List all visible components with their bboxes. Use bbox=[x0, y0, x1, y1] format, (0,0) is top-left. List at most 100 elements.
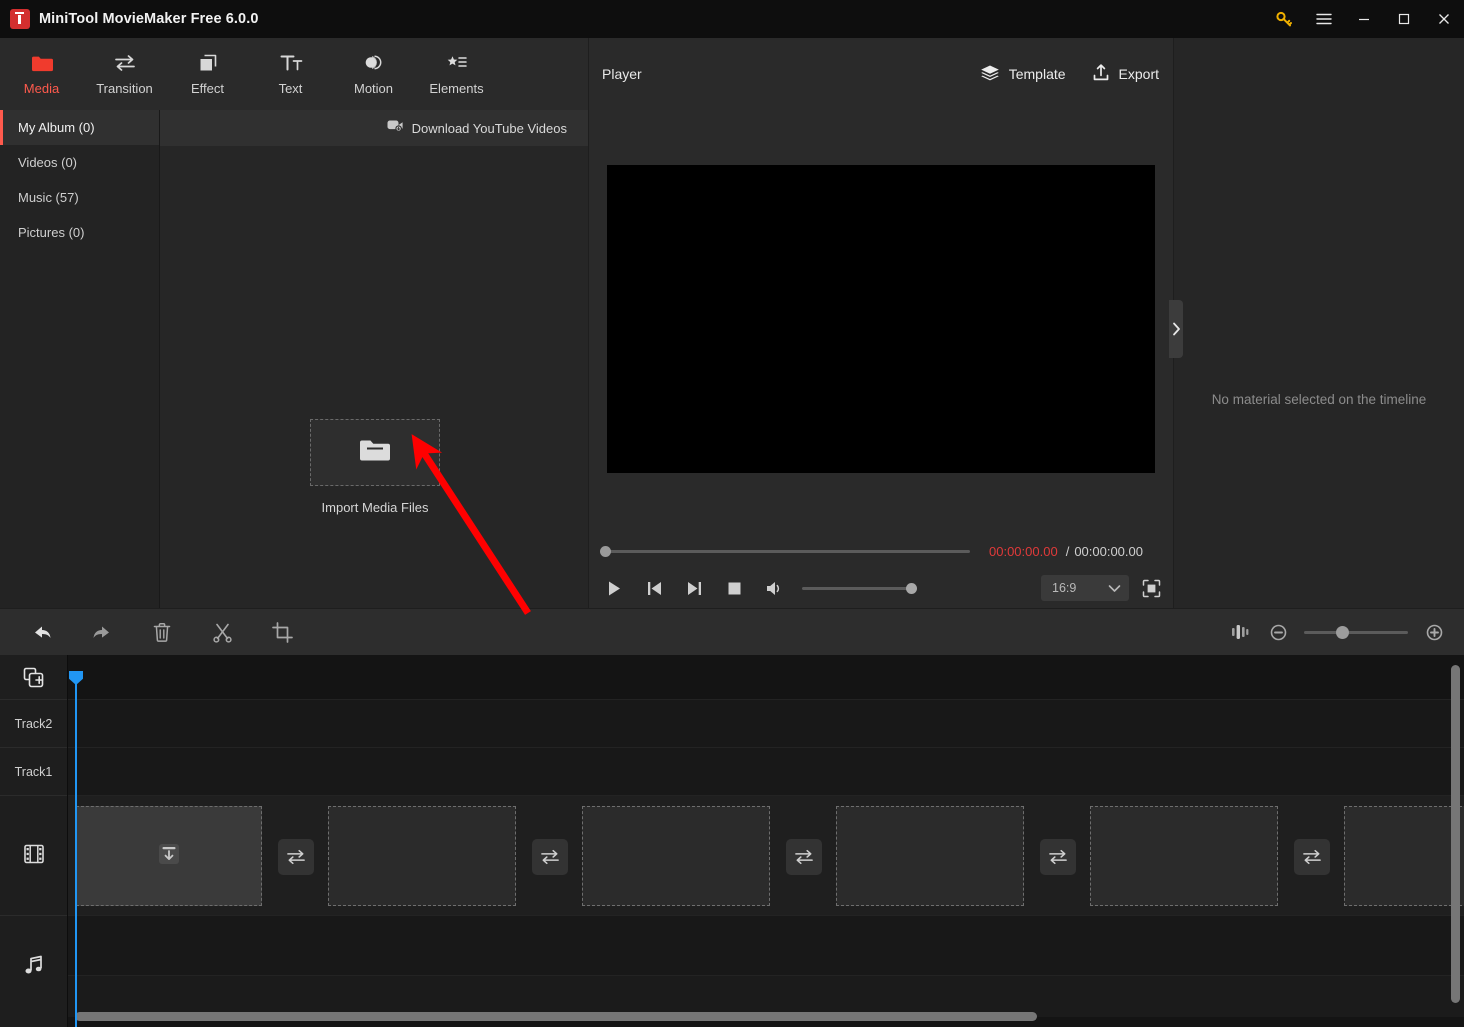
music-note-icon bbox=[23, 955, 45, 979]
stop-icon[interactable] bbox=[717, 573, 751, 603]
volume-slider[interactable] bbox=[802, 582, 917, 594]
film-strip-icon bbox=[23, 844, 45, 867]
tab-motion[interactable]: Motion bbox=[332, 38, 415, 110]
sidebar-item-label: My Album (0) bbox=[18, 120, 95, 135]
current-time: 00:00:00.00 bbox=[989, 543, 1058, 559]
transition-placeholder-2[interactable] bbox=[532, 839, 568, 875]
folder-open-icon bbox=[358, 436, 392, 469]
timeline-vertical-scrollbar[interactable] bbox=[1451, 665, 1460, 1003]
chevron-right-icon[interactable] bbox=[1169, 300, 1183, 358]
redo-icon[interactable] bbox=[82, 612, 122, 652]
timeline: Track2 Track1 bbox=[0, 655, 1464, 1027]
import-media-files-button[interactable]: Import Media Files bbox=[310, 419, 440, 515]
tab-text[interactable]: Text bbox=[249, 38, 332, 110]
clip-placeholder-3[interactable] bbox=[582, 806, 770, 906]
export-upload-icon bbox=[1092, 63, 1110, 85]
transition-placeholder-5[interactable] bbox=[1294, 839, 1330, 875]
elements-star-list-icon bbox=[445, 53, 469, 74]
media-panel: My Album (0) Videos (0) Music (57) Pictu… bbox=[0, 110, 588, 608]
add-track-button[interactable] bbox=[0, 655, 67, 699]
tab-transition[interactable]: Transition bbox=[83, 38, 166, 110]
timeline-lane-track2[interactable] bbox=[68, 699, 1464, 747]
ribbon-tabs: Media Transition Effect Text Motion Elem… bbox=[0, 38, 588, 110]
sidebar-item-my-album[interactable]: My Album (0) bbox=[0, 110, 159, 145]
aspect-ratio-value: 16:9 bbox=[1052, 581, 1077, 595]
timeline-horizontal-scrollbar[interactable] bbox=[75, 1012, 1037, 1021]
aspect-ratio-select[interactable]: 16:9 bbox=[1041, 575, 1129, 601]
play-icon[interactable] bbox=[597, 573, 631, 603]
timeline-lane-video[interactable] bbox=[68, 795, 1464, 915]
timeline-ruler[interactable] bbox=[68, 655, 1464, 699]
clip-placeholder-5[interactable] bbox=[1090, 806, 1278, 906]
template-button[interactable]: Template bbox=[980, 64, 1066, 85]
menu-icon[interactable] bbox=[1304, 0, 1344, 38]
sidebar-item-music[interactable]: Music (57) bbox=[0, 180, 159, 215]
tab-media[interactable]: Media bbox=[0, 38, 83, 110]
track-header-audio[interactable] bbox=[0, 915, 67, 1017]
transition-placeholder-3[interactable] bbox=[786, 839, 822, 875]
close-icon[interactable] bbox=[1424, 0, 1464, 38]
transition-placeholder-1[interactable] bbox=[278, 839, 314, 875]
seek-slider[interactable] bbox=[600, 545, 970, 557]
volume-slider-thumb[interactable] bbox=[906, 582, 917, 594]
track-header-track2[interactable]: Track2 bbox=[0, 699, 67, 747]
track-label: Track2 bbox=[14, 716, 53, 731]
delete-icon[interactable] bbox=[142, 612, 182, 652]
fit-to-screen-icon[interactable] bbox=[1220, 612, 1260, 652]
timeline-zoom-controls bbox=[1220, 612, 1448, 652]
timeline-lane-audio-extra[interactable] bbox=[68, 975, 1464, 1017]
zoom-in-icon[interactable] bbox=[1420, 612, 1448, 652]
sidebar-item-label: Videos (0) bbox=[18, 155, 78, 170]
volume-icon[interactable] bbox=[757, 573, 791, 603]
timeline-toolbar bbox=[0, 609, 1464, 655]
tab-text-label: Text bbox=[278, 80, 303, 96]
maximize-icon[interactable] bbox=[1384, 0, 1424, 38]
key-icon[interactable] bbox=[1264, 0, 1304, 38]
import-drop-area[interactable] bbox=[310, 419, 440, 486]
video-preview-stage[interactable] bbox=[607, 165, 1155, 473]
track-header-video[interactable] bbox=[0, 795, 67, 915]
youtube-download-icon bbox=[387, 119, 404, 137]
crop-icon[interactable] bbox=[262, 612, 302, 652]
tab-elements[interactable]: Elements bbox=[415, 38, 498, 110]
app-logo-icon bbox=[10, 9, 30, 29]
clip-placeholder-6[interactable] bbox=[1344, 806, 1464, 906]
undo-icon[interactable] bbox=[22, 612, 62, 652]
transition-placeholder-4[interactable] bbox=[1040, 839, 1076, 875]
title-bar: MiniTool MovieMaker Free 6.0.0 bbox=[0, 0, 1464, 38]
properties-panel: No material selected on the timeline bbox=[1169, 38, 1464, 608]
app-title: MiniTool MovieMaker Free 6.0.0 bbox=[39, 11, 259, 27]
export-button[interactable]: Export bbox=[1092, 63, 1159, 85]
player-header: Player Template Export bbox=[589, 38, 1173, 110]
seek-slider-thumb[interactable] bbox=[600, 545, 611, 557]
timeline-zoom-slider[interactable] bbox=[1304, 625, 1408, 639]
properties-empty-message: No material selected on the timeline bbox=[1211, 392, 1427, 407]
import-media-files-label: Import Media Files bbox=[321, 500, 429, 515]
fullscreen-icon[interactable] bbox=[1135, 573, 1167, 603]
timeline-lane-track1[interactable] bbox=[68, 747, 1464, 795]
clip-placeholder-2[interactable] bbox=[328, 806, 516, 906]
seek-row: 00:00:00.00 / 00:00:00.00 bbox=[589, 536, 1173, 566]
download-youtube-videos-label: Download YouTube Videos bbox=[411, 120, 567, 136]
download-youtube-videos-button[interactable]: Download YouTube Videos bbox=[387, 119, 567, 137]
timeline-zoom-slider-thumb[interactable] bbox=[1336, 625, 1349, 639]
tab-effect-label: Effect bbox=[190, 80, 224, 96]
tab-effect[interactable]: Effect bbox=[166, 38, 249, 110]
playhead[interactable] bbox=[69, 671, 83, 1027]
split-icon[interactable] bbox=[202, 612, 242, 652]
track-header-track1[interactable]: Track1 bbox=[0, 747, 67, 795]
sidebar-item-pictures[interactable]: Pictures (0) bbox=[0, 215, 159, 250]
window-controls bbox=[1264, 0, 1464, 38]
player-panel: Player Template Export 00:00:00.00 / 00:… bbox=[589, 38, 1173, 608]
minimize-icon[interactable] bbox=[1344, 0, 1384, 38]
zoom-out-icon[interactable] bbox=[1264, 612, 1292, 652]
sidebar-item-videos[interactable]: Videos (0) bbox=[0, 145, 159, 180]
layers-stack-icon bbox=[980, 64, 1000, 85]
clip-placeholder-1[interactable] bbox=[76, 806, 262, 906]
previous-frame-icon[interactable] bbox=[637, 573, 671, 603]
timeline-lane-audio[interactable] bbox=[68, 915, 1464, 975]
next-frame-icon[interactable] bbox=[677, 573, 711, 603]
tab-media-label: Media bbox=[23, 80, 60, 96]
clip-placeholder-4[interactable] bbox=[836, 806, 1024, 906]
tab-transition-label: Transition bbox=[96, 80, 153, 96]
